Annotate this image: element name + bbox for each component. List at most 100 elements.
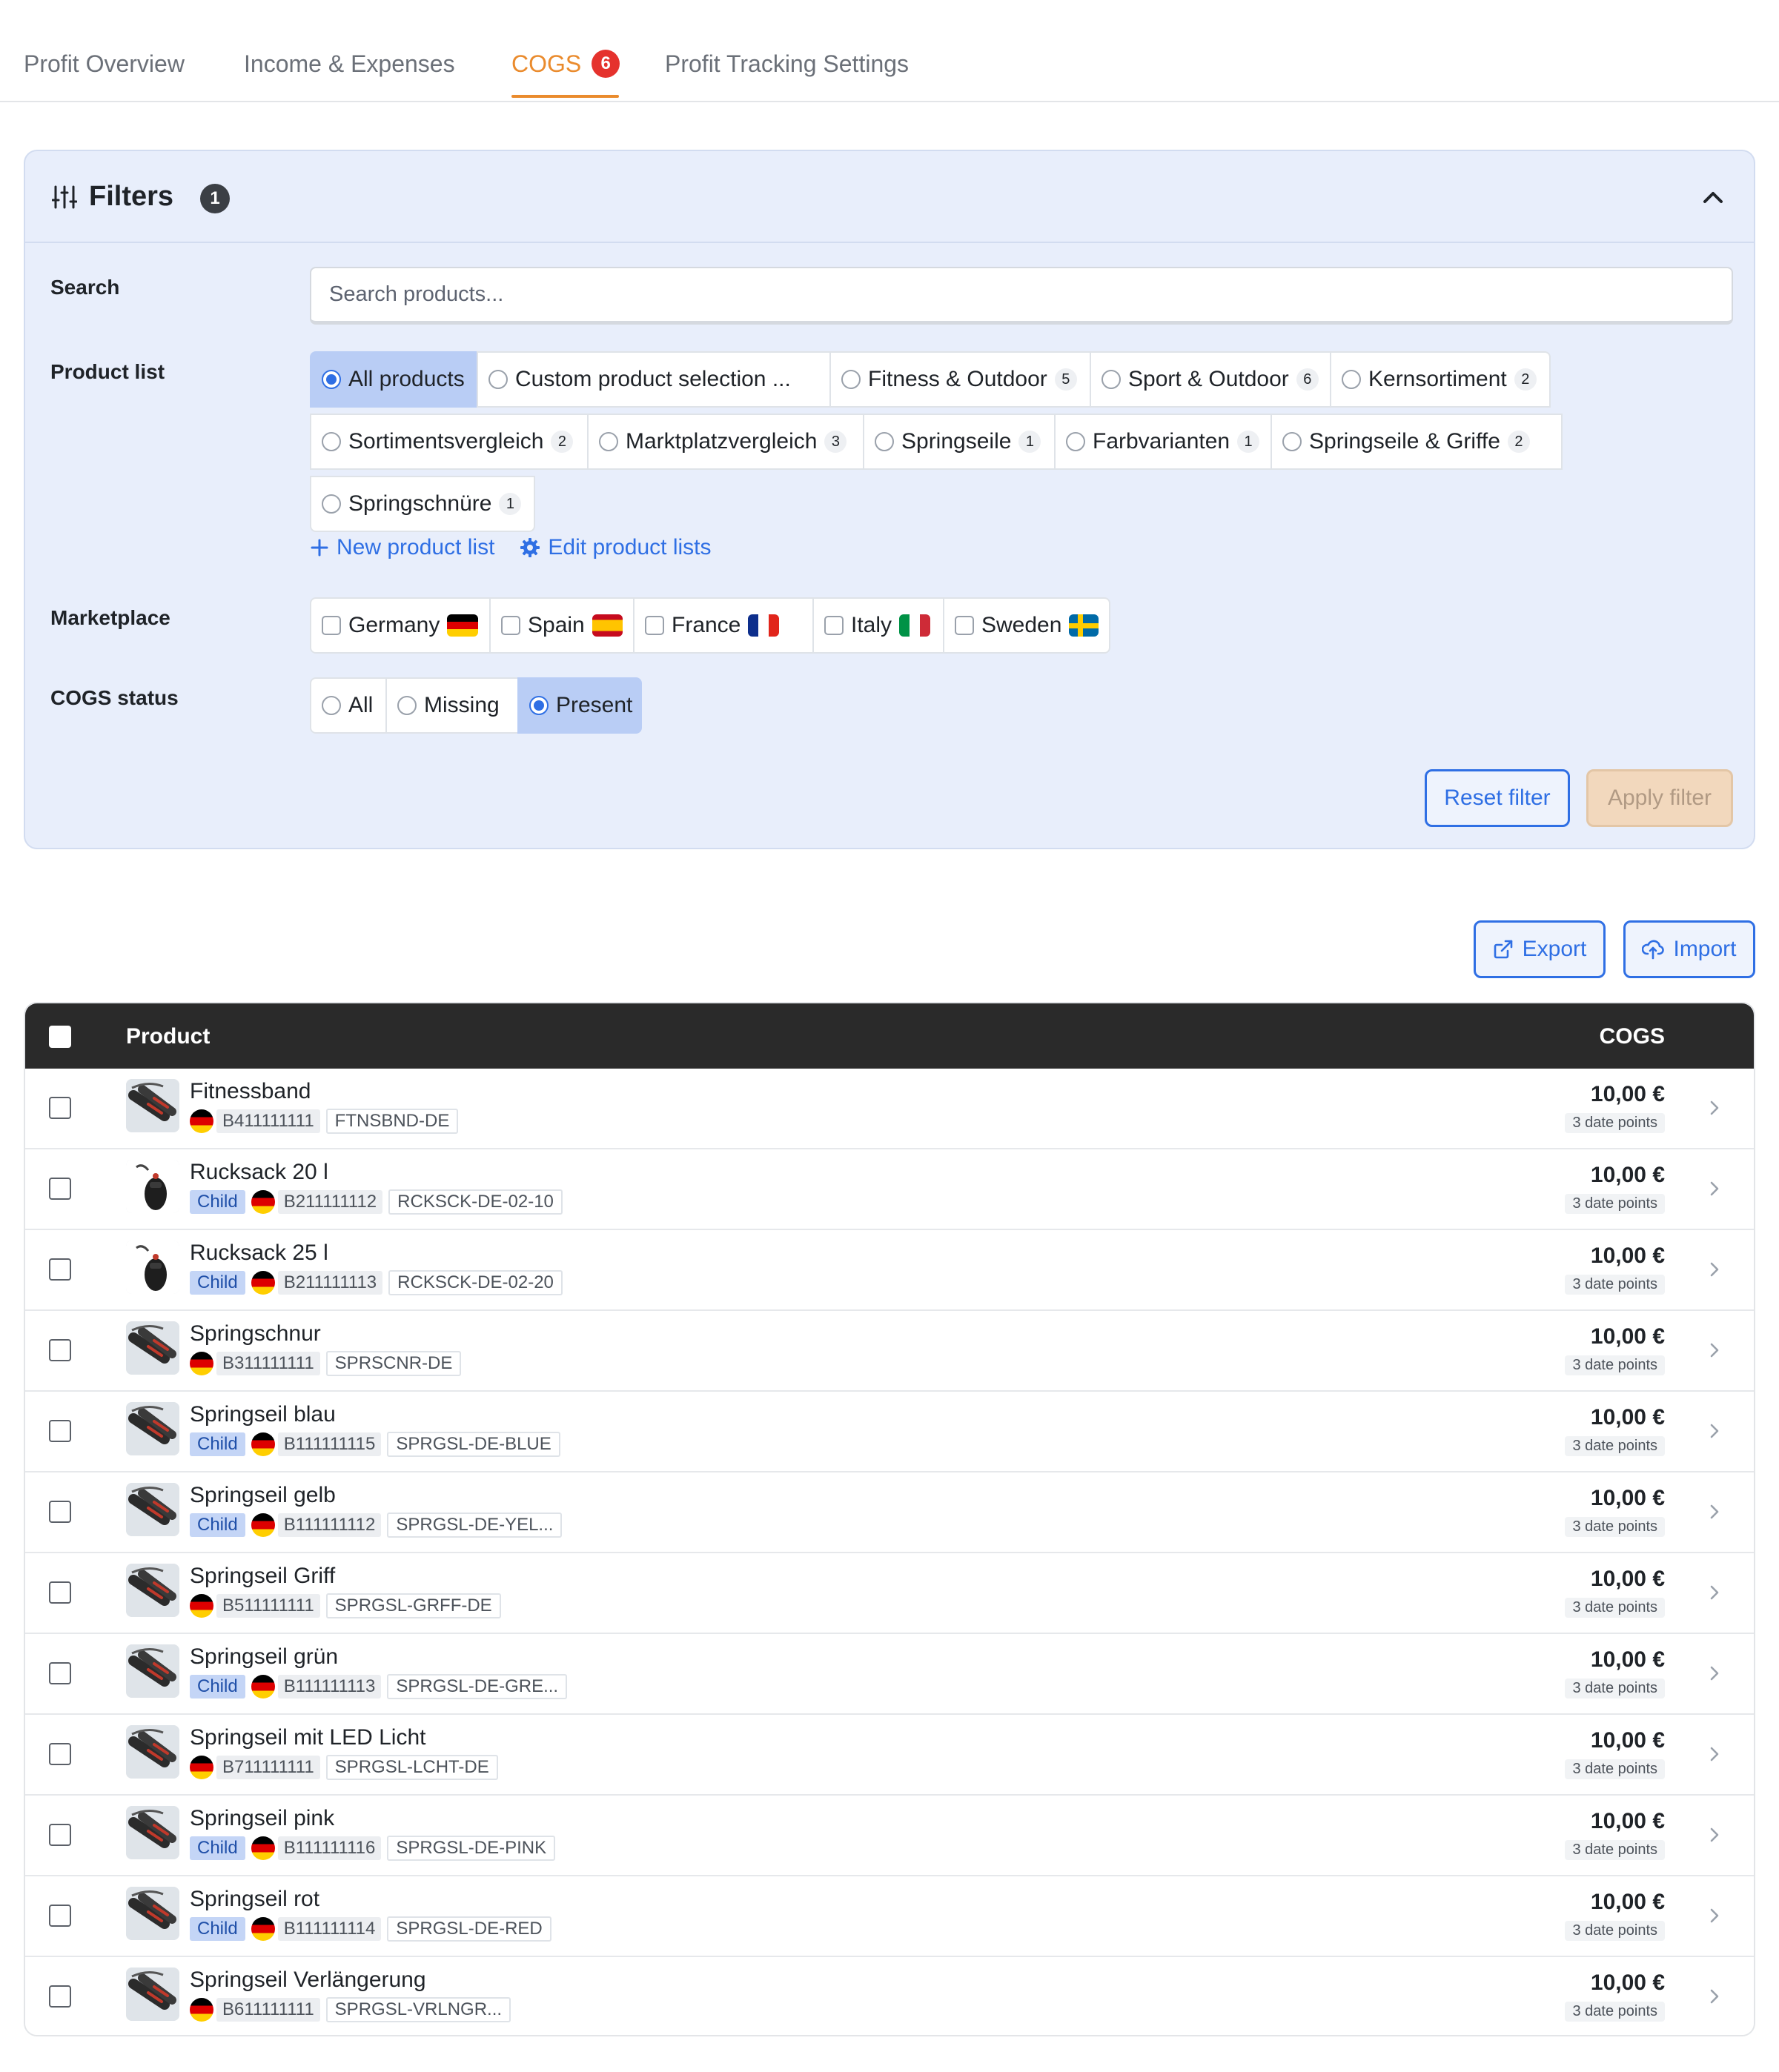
chevron-right-icon[interactable] xyxy=(1706,1987,1723,2006)
sku-chip: RCKSCK-DE-02-20 xyxy=(388,1270,563,1295)
plus-icon xyxy=(311,539,328,557)
marketplace-option-italy[interactable]: Italy xyxy=(812,597,944,654)
tab-income-expenses[interactable]: Income & Expenses xyxy=(244,47,455,80)
product-list-option-sport-outdoor[interactable]: Sport & Outdoor 6 xyxy=(1090,351,1331,408)
product-list-option-springseile[interactable]: Springseile 1 xyxy=(863,414,1056,470)
chevron-right-icon[interactable] xyxy=(1706,1906,1723,1925)
row-checkbox[interactable] xyxy=(49,1420,71,1442)
option-label: Sortimentsvergleich xyxy=(348,429,544,454)
row-checkbox[interactable] xyxy=(49,1824,71,1846)
select-all-checkbox[interactable] xyxy=(49,1026,71,1048)
row-checkbox[interactable] xyxy=(49,1501,71,1523)
column-header-product: Product xyxy=(126,1024,211,1049)
germany-flag-icon xyxy=(251,1190,275,1214)
table-row[interactable]: Springseil gelb Child B111111112 SPRGSL-DE-… xyxy=(25,1472,1754,1553)
table-row[interactable]: Springseil Verlängerung B611111111 SPRGSL-… xyxy=(25,1957,1754,2035)
marketplace-option-spain[interactable]: Spain xyxy=(489,597,635,654)
tab-profit-overview[interactable]: Profit Overview xyxy=(24,47,185,80)
external-link-icon xyxy=(1494,940,1512,959)
active-tab-indicator xyxy=(511,95,619,98)
filters-header[interactable]: Filters 1 xyxy=(25,151,1754,243)
table-row[interactable]: Springschnur B311111111 SPRSCNR-DE 10,00 € 3… xyxy=(25,1311,1754,1392)
product-list-option-farbvarianten[interactable]: Farbvarianten 1 xyxy=(1054,414,1272,470)
table-row[interactable]: Springseil rot Child B111111114 SPRGSL-DE-R… xyxy=(25,1876,1754,1957)
radio-icon xyxy=(1101,370,1121,389)
chevron-right-icon[interactable] xyxy=(1706,1260,1723,1279)
edit-product-lists-link[interactable]: Edit product lists xyxy=(520,535,712,560)
date-points-badge: 3 date points xyxy=(1565,1598,1665,1618)
option-label: Sport & Outdoor xyxy=(1128,367,1289,391)
date-points-badge: 3 date points xyxy=(1565,1759,1665,1779)
child-badge: Child xyxy=(190,1836,245,1860)
product-meta: B611111111 SPRGSL-VRLNGR... xyxy=(190,1997,511,2022)
child-badge: Child xyxy=(190,1917,245,1941)
reset-filter-button[interactable]: Reset filter xyxy=(1425,769,1570,827)
row-checkbox[interactable] xyxy=(49,1743,71,1765)
marketplace-option-sweden[interactable]: Sweden xyxy=(943,597,1110,654)
row-checkbox[interactable] xyxy=(49,1258,71,1281)
table-row[interactable]: Fitnessband B411111111 FTNSBND-DE 10,00 € 3 … xyxy=(25,1069,1754,1149)
chevron-right-icon[interactable] xyxy=(1706,1502,1723,1521)
row-checkbox[interactable] xyxy=(49,1662,71,1684)
sku-chip: SPRGSL-DE-BLUE xyxy=(387,1432,560,1457)
cogs-status-option-present[interactable]: Present xyxy=(517,677,642,734)
product-name: Springseil rot xyxy=(190,1887,320,1911)
table-row[interactable]: Springseil Griff B511111111 SPRGSL-GRFF-DE… xyxy=(25,1553,1754,1634)
product-list-option-marktplatzvergleich[interactable]: Marktplatzvergleich 3 xyxy=(587,414,864,470)
table-row[interactable]: Springseil grün Child B111111113 SPRGSL-DE-… xyxy=(25,1634,1754,1715)
tab-cogs[interactable]: COGS 6 xyxy=(511,47,620,80)
product-list-option-fitness-outdoor[interactable]: Fitness & Outdoor 5 xyxy=(829,351,1091,408)
child-badge: Child xyxy=(190,1432,245,1456)
marketplace-option-france[interactable]: France xyxy=(633,597,814,654)
export-button[interactable]: Export xyxy=(1474,920,1606,978)
product-list-option-custom-selection[interactable]: Custom product selection ... xyxy=(477,351,831,408)
tab-profit-tracking-settings[interactable]: Profit Tracking Settings xyxy=(665,47,909,80)
sku-chip: SPRGSL-DE-YEL... xyxy=(387,1513,563,1538)
cogs-status-option-all[interactable]: All xyxy=(310,677,387,734)
asin-chip: B111111115 xyxy=(277,1432,382,1456)
chevron-right-icon[interactable] xyxy=(1706,1825,1723,1844)
cogs-value: 10,00 € xyxy=(1590,1163,1665,1187)
chevron-right-icon[interactable] xyxy=(1706,1583,1723,1602)
chevron-up-icon[interactable] xyxy=(1700,185,1726,210)
product-list-option-sortimentsvergleich[interactable]: Sortimentsvergleich 2 xyxy=(310,414,589,470)
date-points-badge: 3 date points xyxy=(1565,2002,1665,2022)
chevron-right-icon[interactable] xyxy=(1706,1098,1723,1118)
table-row[interactable]: Springseil mit LED Licht B711111111 SPRGSL… xyxy=(25,1715,1754,1796)
date-points-badge: 3 date points xyxy=(1565,1113,1665,1133)
radio-icon xyxy=(322,432,341,451)
chevron-right-icon[interactable] xyxy=(1706,1664,1723,1683)
active-filter-count-badge: 1 xyxy=(200,184,230,213)
row-checkbox[interactable] xyxy=(49,1905,71,1927)
table-row[interactable]: Springseil pink Child B111111116 SPRGSL-DE-… xyxy=(25,1796,1754,1876)
import-button[interactable]: Import xyxy=(1623,920,1755,978)
product-list-option-springschnuere[interactable]: Springschnüre 1 xyxy=(310,476,535,532)
chevron-right-icon[interactable] xyxy=(1706,1179,1723,1198)
product-list-option-springseile-griffe[interactable]: Springseile & Griffe 2 xyxy=(1271,414,1563,470)
search-input[interactable] xyxy=(310,267,1733,325)
cogs-value: 10,00 € xyxy=(1590,1567,1665,1591)
radio-icon xyxy=(1342,370,1361,389)
row-checkbox[interactable] xyxy=(49,1178,71,1200)
apply-filter-button[interactable]: Apply filter xyxy=(1586,769,1733,827)
product-name: Springseil grün xyxy=(190,1644,339,1669)
new-product-list-link[interactable]: New product list xyxy=(310,535,494,560)
cogs-value: 10,00 € xyxy=(1590,1082,1665,1106)
chevron-right-icon[interactable] xyxy=(1706,1744,1723,1764)
chevron-right-icon[interactable] xyxy=(1706,1341,1723,1360)
table-row[interactable]: Springseil blau Child B111111115 SPRGSL-DE-… xyxy=(25,1392,1754,1472)
product-list-option-all-products[interactable]: All products xyxy=(310,351,478,408)
chevron-right-icon[interactable] xyxy=(1706,1421,1723,1441)
table-row[interactable]: Rucksack 25 l Child B211111113 RCKSCK-DE-02… xyxy=(25,1230,1754,1311)
product-thumbnail xyxy=(126,1968,179,2021)
row-checkbox[interactable] xyxy=(49,1097,71,1119)
row-checkbox[interactable] xyxy=(49,1581,71,1604)
row-checkbox[interactable] xyxy=(49,1339,71,1361)
marketplace-option-germany[interactable]: Germany xyxy=(310,597,491,654)
germany-flag-icon xyxy=(251,1432,275,1456)
product-list-option-kernsortiment[interactable]: Kernsortiment 2 xyxy=(1330,351,1551,408)
table-row[interactable]: Rucksack 20 l Child B211111112 RCKSCK-DE-02… xyxy=(25,1149,1754,1230)
row-checkbox[interactable] xyxy=(49,1985,71,2008)
cogs-status-option-missing[interactable]: Missing xyxy=(385,677,519,734)
product-thumbnail xyxy=(126,1079,179,1132)
